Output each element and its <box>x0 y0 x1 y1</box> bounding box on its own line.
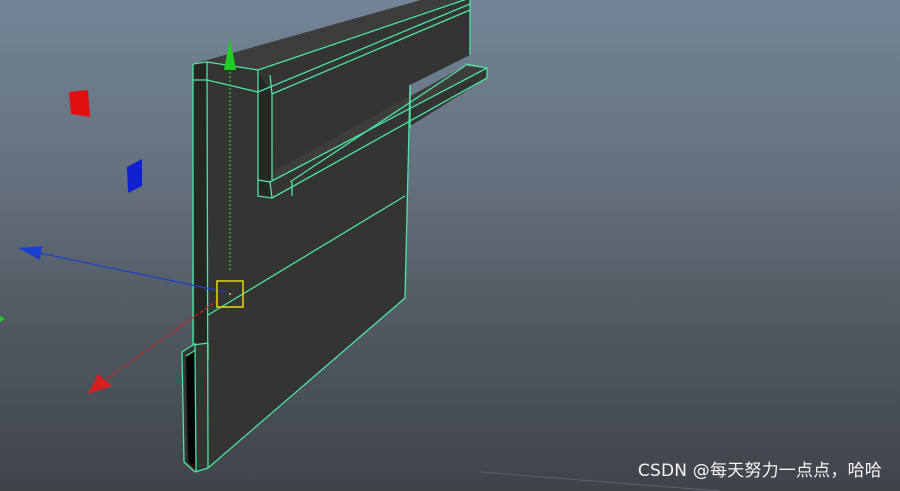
3d-viewport[interactable]: CSDN @每天努力一点点，哈哈 <box>0 0 900 491</box>
selected-mesh[interactable] <box>181 0 488 473</box>
z-axis-arrow-icon[interactable] <box>18 246 42 260</box>
view-cube[interactable] <box>0 90 142 322</box>
view-cube-green-marker[interactable] <box>0 316 5 322</box>
pivot-center <box>229 293 231 295</box>
view-cube-blue-face[interactable] <box>127 159 142 193</box>
watermark-text: CSDN @每天努力一点点，哈哈 <box>637 461 882 481</box>
view-cube-red-face[interactable] <box>69 90 90 117</box>
scene-canvas[interactable] <box>0 0 900 491</box>
